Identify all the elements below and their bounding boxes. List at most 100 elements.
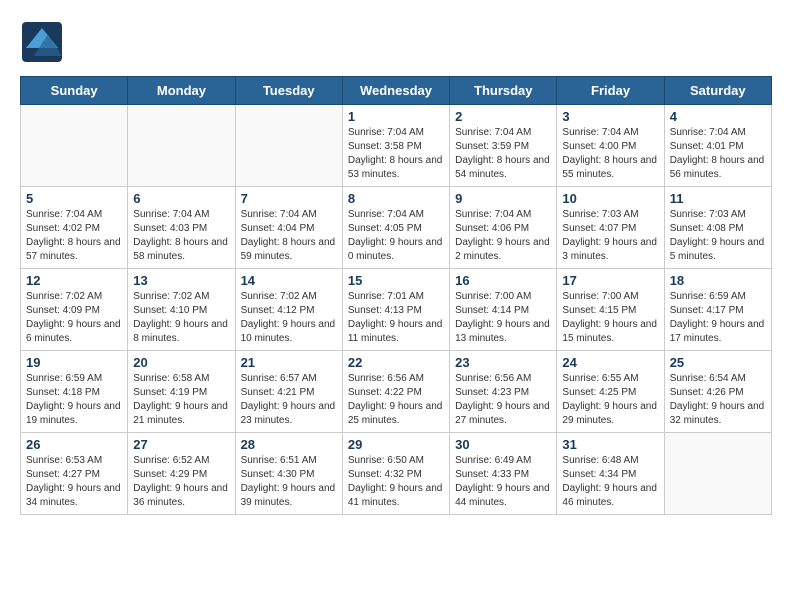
day-info: Sunrise: 7:04 AM Sunset: 3:58 PM Dayligh… [348, 126, 444, 182]
calendar-week-3: 12 Sunrise: 7:02 AM Sunset: 4:09 PM Dayli… [21, 269, 772, 351]
day-number: 29 [348, 437, 444, 452]
day-info: Sunrise: 7:02 AM Sunset: 4:12 PM Dayligh… [241, 290, 337, 346]
calendar-cell: 5 Sunrise: 7:04 AM Sunset: 4:02 PM Daylig… [21, 187, 128, 269]
day-number: 19 [26, 355, 122, 370]
calendar-cell: 1Sunrise: 7:04 AM Sunset: 3:58 PM Daylig… [342, 105, 449, 187]
day-info: Sunrise: 6:48 AM Sunset: 4:34 PM Dayligh… [562, 454, 658, 510]
day-info: Sunrise: 7:04 AM Sunset: 4:01 PM Dayligh… [670, 126, 766, 182]
calendar-table: SundayMondayTuesdayWednesdayThursdayFrid… [20, 76, 772, 515]
day-info: Sunrise: 7:04 AM Sunset: 4:04 PM Dayligh… [241, 208, 337, 264]
calendar-cell: 30 Sunrise: 6:49 AM Sunset: 4:33 PM Dayli… [450, 433, 557, 515]
day-number: 23 [455, 355, 551, 370]
day-info: Sunrise: 7:00 AM Sunset: 4:15 PM Dayligh… [562, 290, 658, 346]
day-info: Sunrise: 7:01 AM Sunset: 4:13 PM Dayligh… [348, 290, 444, 346]
calendar-cell: 24 Sunrise: 6:55 AM Sunset: 4:25 PM Dayli… [557, 351, 664, 433]
day-info: Sunrise: 7:04 AM Sunset: 4:06 PM Dayligh… [455, 208, 551, 264]
day-number: 18 [670, 273, 766, 288]
day-info: Sunrise: 7:04 AM Sunset: 4:05 PM Dayligh… [348, 208, 444, 264]
weekday-header-saturday: Saturday [664, 77, 771, 105]
calendar-week-1: 1Sunrise: 7:04 AM Sunset: 3:58 PM Daylig… [21, 105, 772, 187]
day-number: 3 [562, 109, 658, 124]
day-info: Sunrise: 6:56 AM Sunset: 4:22 PM Dayligh… [348, 372, 444, 428]
weekday-header-thursday: Thursday [450, 77, 557, 105]
day-number: 10 [562, 191, 658, 206]
day-info: Sunrise: 6:59 AM Sunset: 4:17 PM Dayligh… [670, 290, 766, 346]
day-number: 14 [241, 273, 337, 288]
day-number: 13 [133, 273, 229, 288]
calendar-cell: 6Sunrise: 7:04 AM Sunset: 4:03 PM Daylig… [128, 187, 235, 269]
day-info: Sunrise: 6:49 AM Sunset: 4:33 PM Dayligh… [455, 454, 551, 510]
day-info: Sunrise: 7:02 AM Sunset: 4:10 PM Dayligh… [133, 290, 229, 346]
calendar-cell: 17 Sunrise: 7:00 AM Sunset: 4:15 PM Dayli… [557, 269, 664, 351]
day-info: Sunrise: 7:02 AM Sunset: 4:09 PM Dayligh… [26, 290, 122, 346]
calendar-cell: 21 Sunrise: 6:57 AM Sunset: 4:21 PM Dayli… [235, 351, 342, 433]
day-number: 9 [455, 191, 551, 206]
calendar-cell: 13 Sunrise: 7:02 AM Sunset: 4:10 PM Dayli… [128, 269, 235, 351]
day-info: Sunrise: 6:56 AM Sunset: 4:23 PM Dayligh… [455, 372, 551, 428]
calendar-cell: 26 Sunrise: 6:53 AM Sunset: 4:27 PM Dayli… [21, 433, 128, 515]
day-info: Sunrise: 7:04 AM Sunset: 3:59 PM Dayligh… [455, 126, 551, 182]
weekday-header-monday: Monday [128, 77, 235, 105]
calendar-cell: 16Sunrise: 7:00 AM Sunset: 4:14 PM Dayli… [450, 269, 557, 351]
day-number: 11 [670, 191, 766, 206]
day-number: 12 [26, 273, 122, 288]
day-info: Sunrise: 6:55 AM Sunset: 4:25 PM Dayligh… [562, 372, 658, 428]
day-info: Sunrise: 7:03 AM Sunset: 4:07 PM Dayligh… [562, 208, 658, 264]
day-number: 17 [562, 273, 658, 288]
day-number: 26 [26, 437, 122, 452]
day-number: 27 [133, 437, 229, 452]
day-info: Sunrise: 6:51 AM Sunset: 4:30 PM Dayligh… [241, 454, 337, 510]
logo [20, 20, 64, 60]
day-number: 15 [348, 273, 444, 288]
logo-icon [20, 20, 60, 60]
calendar-cell: 27Sunrise: 6:52 AM Sunset: 4:29 PM Dayli… [128, 433, 235, 515]
calendar-cell [128, 105, 235, 187]
calendar-cell: 23 Sunrise: 6:56 AM Sunset: 4:23 PM Dayli… [450, 351, 557, 433]
calendar-header: SundayMondayTuesdayWednesdayThursdayFrid… [21, 77, 772, 105]
day-number: 5 [26, 191, 122, 206]
calendar-cell: 22Sunrise: 6:56 AM Sunset: 4:22 PM Dayli… [342, 351, 449, 433]
calendar-cell: 4 Sunrise: 7:04 AM Sunset: 4:01 PM Daylig… [664, 105, 771, 187]
calendar-cell [235, 105, 342, 187]
page-header [20, 20, 772, 60]
calendar-cell: 14 Sunrise: 7:02 AM Sunset: 4:12 PM Dayli… [235, 269, 342, 351]
day-number: 30 [455, 437, 551, 452]
calendar-week-4: 19 Sunrise: 6:59 AM Sunset: 4:18 PM Dayli… [21, 351, 772, 433]
calendar-week-2: 5 Sunrise: 7:04 AM Sunset: 4:02 PM Daylig… [21, 187, 772, 269]
calendar-cell: 7Sunrise: 7:04 AM Sunset: 4:04 PM Daylig… [235, 187, 342, 269]
day-number: 8 [348, 191, 444, 206]
calendar-cell: 9 Sunrise: 7:04 AM Sunset: 4:06 PM Daylig… [450, 187, 557, 269]
day-info: Sunrise: 7:03 AM Sunset: 4:08 PM Dayligh… [670, 208, 766, 264]
day-info: Sunrise: 6:53 AM Sunset: 4:27 PM Dayligh… [26, 454, 122, 510]
day-info: Sunrise: 7:04 AM Sunset: 4:02 PM Dayligh… [26, 208, 122, 264]
day-info: Sunrise: 6:50 AM Sunset: 4:32 PM Dayligh… [348, 454, 444, 510]
day-info: Sunrise: 6:57 AM Sunset: 4:21 PM Dayligh… [241, 372, 337, 428]
day-number: 31 [562, 437, 658, 452]
day-number: 21 [241, 355, 337, 370]
calendar-cell: 15 Sunrise: 7:01 AM Sunset: 4:13 PM Dayli… [342, 269, 449, 351]
day-info: Sunrise: 6:58 AM Sunset: 4:19 PM Dayligh… [133, 372, 229, 428]
day-info: Sunrise: 7:00 AM Sunset: 4:14 PM Dayligh… [455, 290, 551, 346]
weekday-header-tuesday: Tuesday [235, 77, 342, 105]
day-number: 25 [670, 355, 766, 370]
calendar-cell: 11 Sunrise: 7:03 AM Sunset: 4:08 PM Dayli… [664, 187, 771, 269]
day-info: Sunrise: 6:59 AM Sunset: 4:18 PM Dayligh… [26, 372, 122, 428]
day-info: Sunrise: 7:04 AM Sunset: 4:00 PM Dayligh… [562, 126, 658, 182]
day-number: 24 [562, 355, 658, 370]
calendar-cell: 3 Sunrise: 7:04 AM Sunset: 4:00 PM Daylig… [557, 105, 664, 187]
day-number: 4 [670, 109, 766, 124]
calendar-cell [21, 105, 128, 187]
calendar-cell [664, 433, 771, 515]
calendar-cell: 29 Sunrise: 6:50 AM Sunset: 4:32 PM Dayli… [342, 433, 449, 515]
day-info: Sunrise: 6:54 AM Sunset: 4:26 PM Dayligh… [670, 372, 766, 428]
calendar-cell: 8 Sunrise: 7:04 AM Sunset: 4:05 PM Daylig… [342, 187, 449, 269]
calendar-cell: 31 Sunrise: 6:48 AM Sunset: 4:34 PM Dayli… [557, 433, 664, 515]
calendar-cell: 10 Sunrise: 7:03 AM Sunset: 4:07 PM Dayli… [557, 187, 664, 269]
day-number: 20 [133, 355, 229, 370]
calendar-week-5: 26 Sunrise: 6:53 AM Sunset: 4:27 PM Dayli… [21, 433, 772, 515]
calendar-cell: 12 Sunrise: 7:02 AM Sunset: 4:09 PM Dayli… [21, 269, 128, 351]
day-number: 2 [455, 109, 551, 124]
calendar-cell: 18 Sunrise: 6:59 AM Sunset: 4:17 PM Dayli… [664, 269, 771, 351]
weekday-header-friday: Friday [557, 77, 664, 105]
day-number: 28 [241, 437, 337, 452]
